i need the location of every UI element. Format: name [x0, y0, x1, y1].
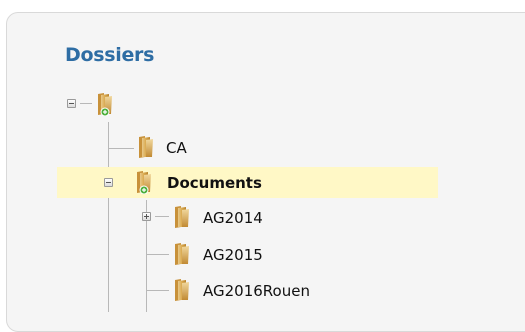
tree-line — [146, 290, 169, 291]
tree-node-ag2014[interactable]: AG2014 — [203, 208, 263, 228]
tree-node-ag2016rouen[interactable]: AG2016Rouen — [203, 281, 310, 301]
tree-node-ag2015[interactable]: AG2015 — [203, 245, 263, 265]
tree-line — [146, 254, 169, 255]
tree-line — [80, 103, 92, 104]
folder-open-icon[interactable] — [92, 92, 114, 116]
tree-line — [108, 148, 134, 149]
folder-icon[interactable] — [133, 135, 155, 159]
expand-toggle-ag2014[interactable] — [142, 212, 151, 221]
folder-icon[interactable] — [169, 278, 191, 302]
collapse-toggle-root[interactable] — [67, 99, 76, 108]
tree-node-ca[interactable]: CA — [166, 138, 187, 158]
tree-node-documents[interactable]: Documents — [167, 173, 262, 193]
folder-icon[interactable] — [169, 242, 191, 266]
folder-icon[interactable] — [169, 205, 191, 229]
tree-line — [155, 216, 169, 217]
tree-line — [108, 122, 109, 312]
folder-open-icon[interactable] — [131, 170, 153, 194]
folder-tree: CA Documents AG2014 AG2015 AG2016Rouen — [0, 0, 525, 312]
collapse-toggle-documents[interactable] — [104, 178, 113, 187]
